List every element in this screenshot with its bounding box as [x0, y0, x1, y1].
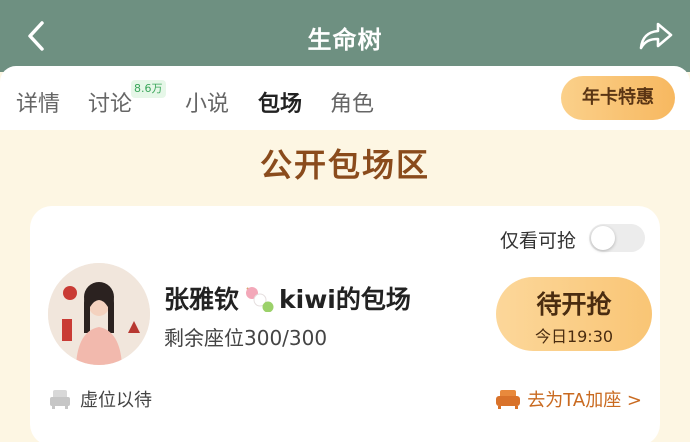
- room-title[interactable]: 张雅钦 kiwi的包场: [164, 280, 411, 316]
- section-title: 公开包场区: [259, 146, 430, 184]
- tab-novel[interactable]: 小说: [185, 86, 229, 118]
- grab-button-label: 待开抢: [536, 290, 612, 319]
- grab-seat-button[interactable]: 待开抢 今日19:30: [496, 277, 652, 351]
- share-arrow-icon: [639, 22, 673, 50]
- tab-discussion[interactable]: 讨论: [88, 86, 132, 118]
- remaining-seats: 剩余座位300/300: [164, 326, 328, 350]
- top-header: 生命树: [0, 0, 690, 72]
- virtual-seat-label: 虚位以待: [80, 390, 152, 411]
- avatar[interactable]: [48, 263, 150, 365]
- annual-card-button[interactable]: 年卡特惠: [561, 76, 675, 120]
- share-button[interactable]: [636, 18, 676, 54]
- sofa-icon: [496, 390, 521, 409]
- grab-button-time: 今日19:30: [534, 327, 614, 346]
- grabbable-only-toggle[interactable]: [589, 224, 645, 252]
- dango-icon: [246, 287, 274, 312]
- seat-icon: [50, 390, 70, 409]
- add-seat-link[interactable]: 去为TA加座 >: [495, 386, 642, 412]
- tab-characters[interactable]: 角色: [330, 86, 374, 118]
- host-name: 张雅钦: [164, 285, 240, 314]
- screening-card: 仅看可抢 张雅钦 kiwi的包场 剩余座位300/300 待开抢 今日19:30: [30, 206, 660, 442]
- virtual-seat-info: 虚位以待: [48, 386, 152, 412]
- avatar-image: [48, 263, 150, 365]
- room-suffix: kiwi的包场: [279, 285, 411, 314]
- add-seat-label: 去为TA加座 >: [527, 390, 642, 411]
- page-title: 生命树: [307, 26, 383, 54]
- tab-private-screening[interactable]: 包场: [258, 86, 302, 118]
- toggle-knob: [591, 226, 615, 250]
- tab-bar: 详情 讨论 8.6万 小说 包场 角色 年卡特惠: [0, 66, 690, 130]
- tab-details[interactable]: 详情: [16, 86, 60, 118]
- filter-label: 仅看可抢: [500, 230, 577, 252]
- discussion-count-badge: 8.6万: [131, 80, 166, 98]
